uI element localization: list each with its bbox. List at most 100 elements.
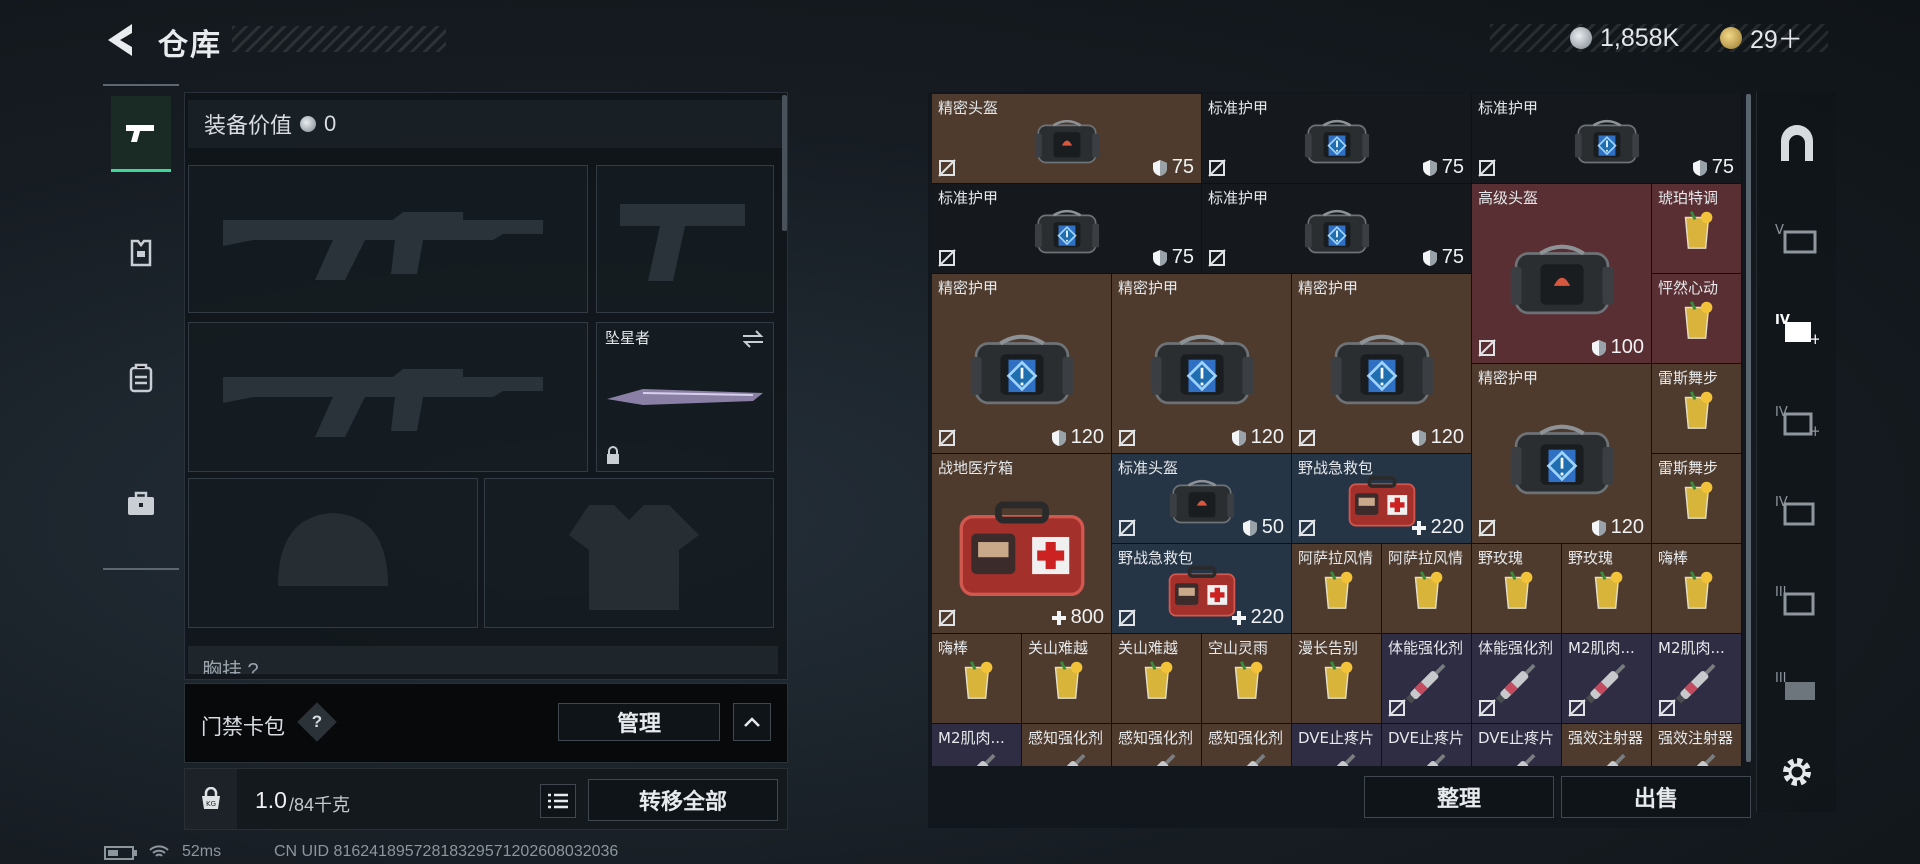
helmet-slot[interactable]: [188, 478, 478, 628]
gold-currency[interactable]: 29＋: [1720, 20, 1803, 56]
stash-item-injector[interactable]: M2肌肉...: [932, 724, 1022, 766]
category-tabs: [103, 84, 179, 570]
stash-item-medkit[interactable]: 战地医疗箱 800: [932, 454, 1112, 634]
tab-tier-v[interactable]: V: [1769, 210, 1825, 266]
stash-item-armor[interactable]: 标准护甲 75: [1202, 184, 1472, 274]
stash-item-armor[interactable]: 精密护甲 120: [1472, 364, 1652, 544]
chest-rig-row[interactable]: 胸挂 ?: [188, 646, 778, 674]
item-name: 标准护甲: [1208, 189, 1269, 207]
stash-item-drink[interactable]: 嗨棒: [932, 634, 1022, 724]
stash-item-injector[interactable]: 强效注射器: [1652, 724, 1742, 766]
list-view-button[interactable]: [540, 784, 576, 818]
tab-tier-iii[interactable]: III: [1769, 658, 1825, 714]
stash-item-injector[interactable]: 体能强化剂: [1382, 634, 1472, 724]
item-name: M2肌肉...: [938, 729, 1005, 747]
stash-item-armor[interactable]: 精密护甲 120: [1292, 274, 1472, 454]
armor-bag-icon: [1262, 115, 1412, 169]
tab-weapons[interactable]: [111, 96, 171, 172]
stash-item-armor[interactable]: 精密护甲 120: [1112, 274, 1292, 454]
wifi-icon: [149, 845, 169, 857]
item-name: 感知强化剂: [1028, 729, 1104, 747]
item-durability: 75: [1152, 156, 1194, 179]
armor-bag-icon: [1148, 316, 1256, 424]
tab-case[interactable]: [111, 466, 171, 542]
tier-iii-plus-icon: III: [1775, 585, 1815, 616]
stash-item-medkit[interactable]: 野战急救包 220: [1112, 544, 1292, 634]
lock-icon: [607, 446, 619, 464]
stash-item-injector[interactable]: 强效注射器: [1562, 724, 1652, 766]
equipment-value-header: 装备价值 0: [188, 100, 784, 148]
durability-shield-icon: [1422, 249, 1437, 266]
equipment-scrollbar[interactable]: [782, 95, 787, 231]
stash-item-armor[interactable]: 标准护甲 75: [1202, 94, 1472, 184]
stash-item-medkit[interactable]: 野战急救包 220: [1292, 454, 1472, 544]
collapse-button[interactable]: [733, 703, 771, 741]
tab-armor[interactable]: [111, 214, 171, 290]
sort-button[interactable]: 整理: [1364, 776, 1554, 818]
stash-item-injector[interactable]: DVE止疼片: [1292, 724, 1382, 766]
stash-item-injector[interactable]: 感知强化剂: [1022, 724, 1112, 766]
stash-item-injector[interactable]: M2肌肉...: [1562, 634, 1652, 724]
stash-item-drink[interactable]: 野玫瑰: [1472, 544, 1562, 634]
swap-icon[interactable]: [741, 329, 765, 349]
uninsured-icon: [1208, 249, 1226, 267]
item-durability: 50: [1242, 516, 1284, 539]
weight-icon-box: KG: [185, 769, 237, 829]
tab-tier-iv[interactable]: IV: [1769, 482, 1825, 538]
item-value: 50: [1261, 516, 1284, 538]
item-name: 雷斯舞步: [1658, 459, 1719, 477]
stash-item-drink[interactable]: 阿萨拉风情: [1292, 544, 1382, 634]
heal-plus-icon: [1411, 520, 1426, 535]
stash-item-drink[interactable]: 琥珀特调: [1652, 184, 1742, 274]
back-arrow-icon[interactable]: [102, 20, 140, 60]
primary-weapon-slot[interactable]: [188, 165, 588, 313]
transfer-all-button[interactable]: 转移全部: [588, 779, 778, 821]
armor-silhouette-icon: [569, 505, 699, 610]
stash-item-armor[interactable]: 精密护甲 120: [932, 274, 1112, 454]
stash-item-injector[interactable]: 感知强化剂: [1202, 724, 1292, 766]
secondary-weapon-slot[interactable]: [188, 322, 588, 472]
cocktail-icon: [1677, 207, 1717, 255]
stash-item-armor[interactable]: 标准护甲 75: [932, 184, 1202, 274]
gear-icon: [1783, 758, 1811, 786]
helmet-bag-icon: [992, 115, 1142, 169]
stash-item-injector[interactable]: 体能强化剂: [1472, 634, 1562, 724]
stash-item-drink[interactable]: 空山灵雨: [1202, 634, 1292, 724]
settings-button[interactable]: [1769, 744, 1825, 800]
weight-capacity: /84千克: [289, 795, 351, 815]
stash-item-drink[interactable]: 野玫瑰: [1562, 544, 1652, 634]
item-value: 75: [1441, 246, 1464, 268]
stash-item-helmet[interactable]: 标准头盔 50: [1112, 454, 1292, 544]
stash-item-helmet[interactable]: 高级头盔 100: [1472, 184, 1652, 364]
stash-item-drink[interactable]: 关山难越: [1112, 634, 1202, 724]
stash-item-drink[interactable]: 漫长告别: [1292, 634, 1382, 724]
body-armor-slot[interactable]: [484, 478, 774, 628]
stash-item-drink[interactable]: 关山难越: [1022, 634, 1112, 724]
stash-item-injector[interactable]: 感知强化剂: [1112, 724, 1202, 766]
stash-item-armor[interactable]: 标准护甲 75: [1472, 94, 1742, 184]
stash-item-drink[interactable]: 雷斯舞步: [1652, 454, 1742, 544]
item-value: 120: [1070, 426, 1104, 448]
tab-tier-v-plus[interactable]: IV +: [1769, 300, 1825, 356]
tab-backpack[interactable]: [111, 340, 171, 416]
tab-tier-iii-plus[interactable]: III: [1769, 572, 1825, 628]
stash-item-drink[interactable]: 雷斯舞步: [1652, 364, 1742, 454]
stash-scrollbar[interactable]: [1746, 94, 1751, 762]
armor-bag-icon: [968, 316, 1076, 424]
backpack-icon: [129, 363, 153, 393]
item-name: 精密护甲: [938, 279, 999, 297]
tab-all-storage[interactable]: [1769, 116, 1825, 172]
stash-item-drink[interactable]: 嗨棒: [1652, 544, 1742, 634]
stash-item-injector[interactable]: DVE止疼片: [1472, 724, 1562, 766]
stash-item-injector[interactable]: DVE止疼片: [1382, 724, 1472, 766]
melee-slot[interactable]: 坠星者: [596, 322, 774, 472]
stash-item-injector[interactable]: M2肌肉...: [1652, 634, 1742, 724]
item-name: DVE止疼片: [1388, 729, 1465, 747]
manage-button[interactable]: 管理: [558, 703, 720, 741]
pistol-slot[interactable]: [596, 165, 774, 313]
stash-item-drink[interactable]: 怦然心动: [1652, 274, 1742, 364]
stash-item-drink[interactable]: 阿萨拉风情: [1382, 544, 1472, 634]
stash-item-helmet[interactable]: 精密头盔 75: [932, 94, 1202, 184]
sell-button[interactable]: 出售: [1561, 776, 1751, 818]
tab-tier-iv-plus[interactable]: IV +: [1769, 392, 1825, 448]
